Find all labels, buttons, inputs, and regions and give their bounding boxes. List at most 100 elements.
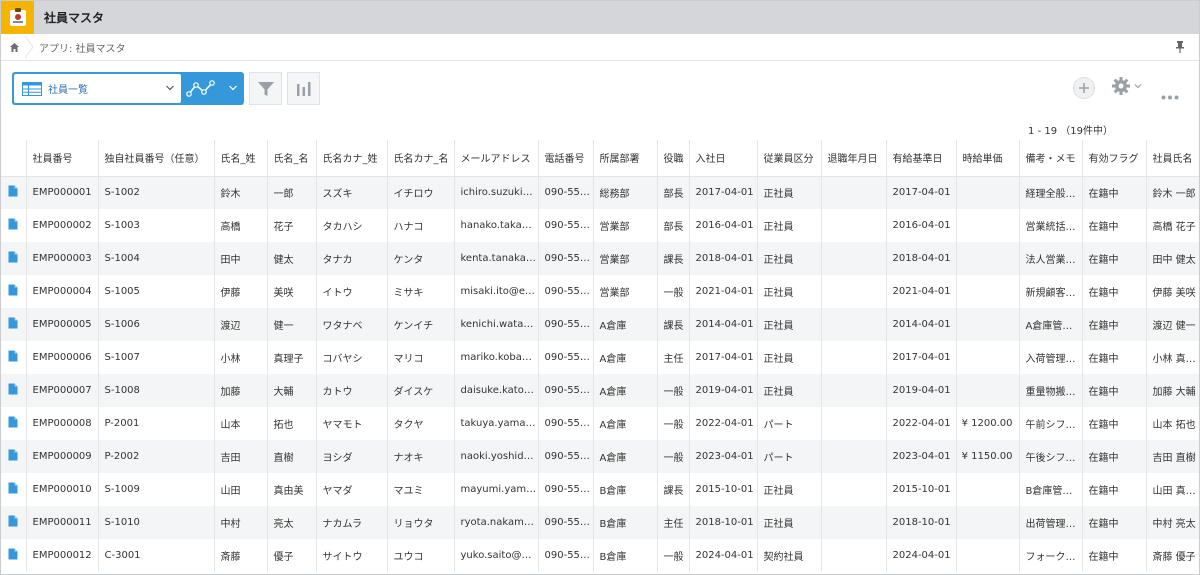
table-cell: S-1002: [97, 176, 214, 209]
breadcrumb-app-link[interactable]: アプリ: 社員マスタ: [39, 40, 126, 55]
filter-button[interactable]: [249, 72, 282, 105]
table-cell: タナカ: [315, 242, 387, 275]
column-header[interactable]: 氏名_名: [266, 140, 316, 177]
table-header-row: 社員番号 独自社員番号（任意） 氏名_姓 氏名_名 氏名カナ_姓 氏名カナ_名 メールアドレ…: [1, 140, 1199, 177]
table-cell: [955, 506, 1019, 539]
column-header[interactable]: 時給単価: [955, 140, 1019, 177]
table-row[interactable]: EMP000005 S-1006 渡辺 健一 ワタナベ ケンイチ kenichi.watan…: [1, 308, 1199, 341]
table-cell: A倉庫管理…: [1018, 308, 1082, 341]
table-row[interactable]: EMP000009 P-2002 吉田 直樹 ヨシダ ナオキ naoki.yoshida… 0…: [1, 440, 1199, 473]
table-cell: [955, 275, 1019, 308]
table-cell: 午後シフ…: [1018, 440, 1082, 473]
graph-icon: [186, 80, 215, 97]
record-table-wrapper: 社員番号 独自社員番号（任意） 氏名_姓 氏名_名 氏名カナ_姓 氏名カナ_名 メールアドレ…: [1, 140, 1199, 572]
more-options-button[interactable]: [1161, 85, 1179, 104]
table-cell: [820, 176, 886, 209]
record-detail-link[interactable]: [1, 440, 26, 473]
table-row[interactable]: EMP000011 S-1010 中村 亮太 ナカムラ リョウタ ryota.nakamu……: [1, 506, 1199, 539]
settings-button[interactable]: [1111, 76, 1142, 96]
table-cell: 在籍中: [1081, 506, 1146, 539]
table-cell: [820, 407, 886, 440]
table-cell: 在籍中: [1081, 242, 1146, 275]
table-cell: ミサキ: [386, 275, 454, 308]
record-detail-link[interactable]: [1, 506, 26, 539]
table-cell: 重量物搬…: [1018, 374, 1082, 407]
table-cell: EMP000002: [25, 209, 98, 242]
record-detail-link[interactable]: [1, 209, 26, 242]
table-cell: 在籍中: [1081, 275, 1146, 308]
table-row[interactable]: EMP000006 S-1007 小林 真理子 コバヤシ マリコ mariko.kobay……: [1, 341, 1199, 374]
table-cell: 部長: [656, 176, 689, 209]
record-detail-link[interactable]: [1, 407, 26, 440]
table-cell: マリコ: [386, 341, 454, 374]
table-row[interactable]: EMP000012 C-3001 斎藤 優子 サイトウ ユウコ yuko.saito@e… 0…: [1, 539, 1199, 572]
home-icon: [9, 42, 19, 52]
table-cell: 花子: [266, 209, 316, 242]
table-cell: 2019-04-01: [688, 374, 757, 407]
add-record-button[interactable]: [1073, 77, 1095, 99]
column-header[interactable]: 退職年月日: [820, 140, 886, 177]
table-row[interactable]: EMP000002 S-1003 高橋 花子 タカハシ ハナコ hanako.takah… 0…: [1, 209, 1199, 242]
table-row[interactable]: EMP000010 S-1009 山田 真由美 ヤマダ マユミ mayumi.yam… 090…: [1, 473, 1199, 506]
table-cell: 在籍中: [1081, 308, 1146, 341]
column-header[interactable]: 社員氏名: [1145, 140, 1199, 177]
column-header[interactable]: 氏名カナ_名: [386, 140, 454, 177]
column-header[interactable]: 社員番号: [25, 140, 98, 177]
table-cell: naoki.yoshida…: [453, 440, 538, 473]
table-cell: 拓也: [266, 407, 316, 440]
table-cell: B倉庫: [592, 473, 657, 506]
table-cell: [955, 473, 1019, 506]
table-cell: 健一: [266, 308, 316, 341]
chart-button[interactable]: [287, 72, 320, 105]
record-detail-link[interactable]: [1, 275, 26, 308]
table-cell: 2017-04-01: [688, 176, 757, 209]
table-cell: 営業部: [592, 242, 657, 275]
table-row[interactable]: EMP000007 S-1008 加藤 大輔 カトウ ダイスケ daisuke.kato… 0…: [1, 374, 1199, 407]
table-cell: 090-55…: [537, 407, 593, 440]
table-cell: 中村: [213, 506, 267, 539]
table-cell: S-1005: [97, 275, 214, 308]
table-cell: [820, 440, 886, 473]
graph-view-button[interactable]: [184, 78, 242, 100]
column-header[interactable]: 従業員区分: [756, 140, 821, 177]
table-cell: 090-55…: [537, 473, 593, 506]
record-detail-link[interactable]: [1, 473, 26, 506]
table-row[interactable]: EMP000001 S-1002 鈴木 一郎 スズキ イチロウ ichiro.suzuki……: [1, 176, 1199, 209]
record-detail-link[interactable]: [1, 176, 26, 209]
table-cell: B倉庫: [592, 506, 657, 539]
table-cell: EMP000005: [25, 308, 98, 341]
record-detail-link[interactable]: [1, 242, 26, 275]
record-detail-link[interactable]: [1, 539, 26, 572]
column-header[interactable]: 備考・メモ: [1018, 140, 1082, 177]
table-cell: ハナコ: [386, 209, 454, 242]
record-detail-link[interactable]: [1, 308, 26, 341]
table-row[interactable]: EMP000008 P-2001 山本 拓也 ヤマモト タクヤ takuya.yama… 09…: [1, 407, 1199, 440]
table-cell: 斎藤: [213, 539, 267, 572]
column-header[interactable]: 所属部署: [592, 140, 657, 177]
pin-icon[interactable]: [1175, 41, 1185, 53]
column-header[interactable]: 氏名カナ_姓: [315, 140, 387, 177]
table-row[interactable]: EMP000004 S-1005 伊藤 美咲 イトウ ミサキ misaki.ito@ex… 0…: [1, 275, 1199, 308]
column-header[interactable]: 氏名_姓: [213, 140, 267, 177]
table-cell: 正社員: [756, 308, 821, 341]
table-cell: 部長: [656, 209, 689, 242]
record-detail-link[interactable]: [1, 374, 26, 407]
record-detail-link[interactable]: [1, 341, 26, 374]
document-icon: [8, 317, 18, 329]
view-selector: 社員一覧: [12, 72, 244, 105]
column-header[interactable]: 有効フラグ: [1081, 140, 1146, 177]
table-cell: 経理全般…: [1018, 176, 1082, 209]
table-cell: 在籍中: [1081, 374, 1146, 407]
column-header[interactable]: メールアドレス: [453, 140, 538, 177]
view-dropdown[interactable]: 社員一覧: [14, 74, 181, 103]
column-header[interactable]: 独自社員番号（任意）: [97, 140, 214, 177]
table-row[interactable]: EMP000003 S-1004 田中 健太 タナカ ケンタ kenta.tanaka… 09…: [1, 242, 1199, 275]
column-header[interactable]: 入社日: [688, 140, 757, 177]
table-cell: 正社員: [756, 242, 821, 275]
column-header[interactable]: 電話番号: [537, 140, 593, 177]
column-header[interactable]: 役職: [656, 140, 689, 177]
table-cell: takuya.yama…: [453, 407, 538, 440]
table-cell: パート: [756, 407, 821, 440]
column-header[interactable]: 有給基準日: [885, 140, 956, 177]
view-label: 社員一覧: [48, 85, 88, 96]
